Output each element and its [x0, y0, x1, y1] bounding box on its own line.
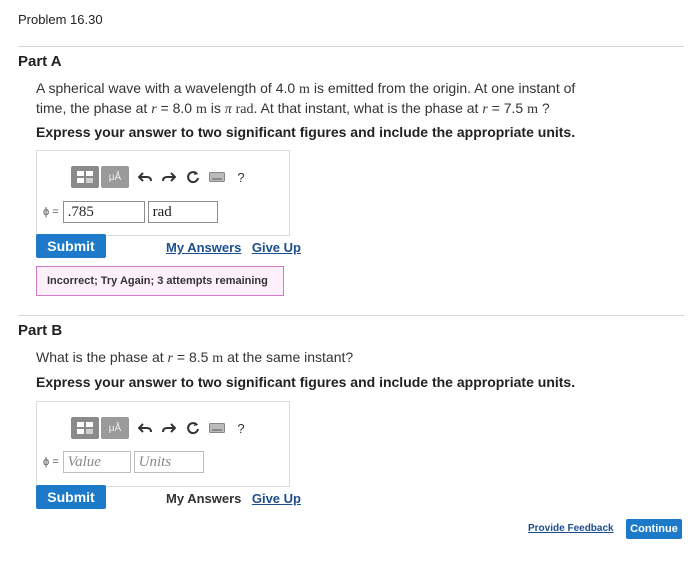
help-label: ?: [237, 169, 245, 185]
redo-icon[interactable]: [159, 167, 179, 187]
phi-symbol: ϕ =: [43, 206, 59, 218]
help-icon[interactable]: ?: [231, 418, 251, 438]
unit-m: m: [195, 102, 207, 117]
math-toolbar: μÅ ?: [71, 166, 251, 188]
units-label: μÅ: [108, 171, 122, 183]
q-text: = 8.5: [172, 349, 213, 365]
part-a-feedback-box: Incorrect; Try Again; 3 attempts remaini…: [36, 266, 284, 296]
help-icon[interactable]: ?: [231, 167, 251, 187]
divider-top: [18, 46, 684, 47]
q-text: time, the phase at: [36, 100, 152, 116]
template-icon: [77, 422, 93, 434]
divider-middle: [18, 315, 684, 316]
feedback-text: Incorrect; Try Again; 3 attempts remaini…: [47, 275, 268, 287]
q-text: = 8.0: [156, 100, 196, 116]
part-b-value-input[interactable]: Value: [62, 451, 131, 473]
part-a-title: Part A: [18, 53, 62, 70]
part-b-submit-button[interactable]: Submit: [36, 485, 106, 509]
part-a-value-input[interactable]: .785: [62, 201, 145, 223]
q-text: What is the phase at: [36, 349, 168, 365]
part-a-input-row: ϕ = .785 rad: [43, 201, 218, 223]
part-a-units-input[interactable]: rad: [147, 201, 218, 223]
template-button[interactable]: [71, 417, 99, 439]
part-a-submit-button[interactable]: Submit: [36, 234, 106, 258]
q-text: . At that instant, what is the phase at: [253, 100, 483, 116]
provide-feedback-link[interactable]: Provide Feedback: [528, 523, 614, 534]
reset-icon[interactable]: [183, 418, 203, 438]
part-a-links: My Answers Give Up: [166, 239, 301, 257]
unit-m: m: [299, 82, 310, 97]
q-text: is: [206, 100, 225, 116]
problem-title: Problem 16.30: [18, 12, 103, 27]
part-b-input-row: ϕ = Value Units: [43, 451, 204, 473]
part-b-question: What is the phase at r = 8.5 m at the sa…: [36, 348, 353, 368]
give-up-link[interactable]: Give Up: [252, 491, 301, 506]
part-a-instruction: Express your answer to two significant f…: [36, 124, 576, 140]
keyboard-icon[interactable]: [207, 418, 227, 438]
q-text: A spherical wave with a wavelength of 4.…: [36, 80, 300, 96]
units-button[interactable]: μÅ: [101, 166, 129, 188]
template-button[interactable]: [71, 166, 99, 188]
give-up-link[interactable]: Give Up: [252, 240, 301, 255]
pi-symbol: π: [224, 102, 232, 117]
unit-m: m: [212, 351, 224, 366]
continue-button[interactable]: Continue: [626, 519, 682, 539]
part-a-answer-box: μÅ ? ϕ = .785 rad: [36, 150, 290, 236]
part-b-instruction: Express your answer to two significant f…: [36, 374, 576, 390]
undo-icon[interactable]: [135, 167, 155, 187]
redo-icon[interactable]: [159, 418, 179, 438]
phi-symbol: ϕ =: [43, 456, 59, 468]
units-button[interactable]: μÅ: [101, 417, 129, 439]
unit-rad: rad: [235, 102, 254, 117]
part-b-title: Part B: [18, 322, 63, 339]
q-text: = 7.5: [487, 100, 528, 116]
undo-icon[interactable]: [135, 418, 155, 438]
my-answers-text: My Answers: [166, 491, 242, 506]
my-answers-link[interactable]: My Answers: [166, 240, 241, 255]
q-text: ?: [538, 100, 550, 116]
q-text: at the same instant?: [223, 349, 354, 365]
unit-m: m: [527, 102, 538, 117]
math-toolbar: μÅ ?: [71, 417, 251, 439]
keyboard-icon[interactable]: [207, 167, 227, 187]
part-a-question: A spherical wave with a wavelength of 4.…: [36, 79, 676, 119]
reset-icon[interactable]: [183, 167, 203, 187]
part-b-links: My Answers Give Up: [166, 490, 301, 508]
part-b-answer-box: μÅ ? ϕ = Value Units: [36, 401, 290, 487]
template-icon: [77, 171, 93, 183]
q-text: is emitted from the origin. At one insta…: [309, 80, 576, 96]
part-b-units-input[interactable]: Units: [133, 451, 204, 473]
help-label: ?: [237, 420, 245, 436]
units-label: μÅ: [108, 422, 122, 434]
